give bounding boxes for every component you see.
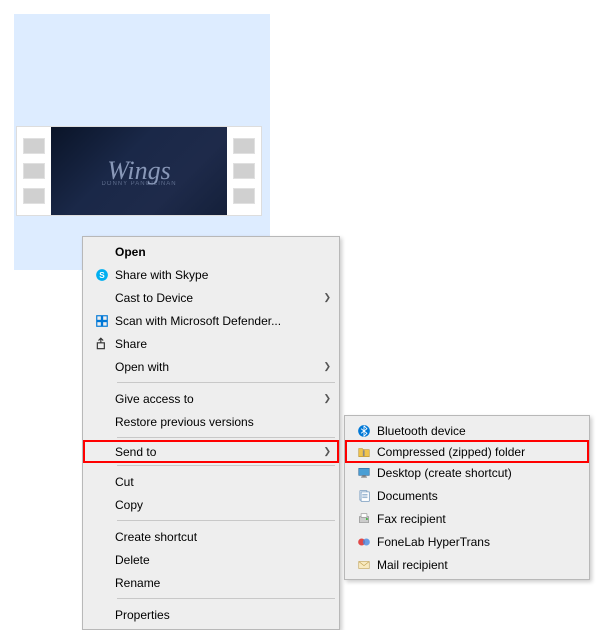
menu-separator bbox=[117, 520, 335, 521]
blank-icon bbox=[89, 573, 115, 593]
film-strip-left bbox=[17, 127, 51, 215]
share-icon bbox=[89, 334, 115, 354]
menu-scan-defender[interactable]: Scan with Microsoft Defender... bbox=[85, 309, 337, 332]
menu-label: Fax recipient bbox=[377, 512, 581, 526]
bluetooth-icon bbox=[351, 421, 377, 441]
video-frame-preview: Wings DONNY PANGILINAN bbox=[51, 127, 227, 215]
menu-share[interactable]: Share bbox=[85, 332, 337, 355]
menu-send-to[interactable]: Send to ❯ bbox=[83, 440, 339, 463]
menu-open-with[interactable]: Open with ❯ bbox=[85, 355, 337, 378]
fax-icon bbox=[351, 509, 377, 529]
menu-separator bbox=[117, 598, 335, 599]
blank-icon bbox=[89, 527, 115, 547]
zip-folder-icon bbox=[351, 442, 377, 462]
menu-properties[interactable]: Properties bbox=[85, 603, 337, 626]
menu-label: Copy bbox=[115, 498, 331, 512]
chevron-right-icon: ❯ bbox=[321, 361, 331, 372]
documents-icon bbox=[351, 486, 377, 506]
menu-give-access[interactable]: Give access to ❯ bbox=[85, 387, 337, 410]
menu-delete[interactable]: Delete bbox=[85, 548, 337, 571]
submenu-fonelab[interactable]: FoneLab HyperTrans bbox=[347, 530, 587, 553]
menu-rename[interactable]: Rename bbox=[85, 571, 337, 594]
submenu-fax[interactable]: Fax recipient bbox=[347, 507, 587, 530]
blank-icon bbox=[89, 389, 115, 409]
blank-icon bbox=[89, 550, 115, 570]
menu-label: Delete bbox=[115, 553, 331, 567]
menu-separator bbox=[117, 465, 335, 466]
menu-label: Create shortcut bbox=[115, 530, 331, 544]
blank-icon bbox=[89, 242, 115, 262]
menu-separator bbox=[117, 437, 335, 438]
menu-label: FoneLab HyperTrans bbox=[377, 535, 581, 549]
menu-label: Cast to Device bbox=[115, 291, 321, 305]
menu-label: Send to bbox=[115, 445, 321, 459]
menu-label: Scan with Microsoft Defender... bbox=[115, 314, 331, 328]
menu-restore-versions[interactable]: Restore previous versions bbox=[85, 410, 337, 433]
menu-label: Share with Skype bbox=[115, 268, 331, 282]
blank-icon bbox=[89, 495, 115, 515]
submenu-compressed-folder[interactable]: Compressed (zipped) folder bbox=[345, 440, 589, 463]
chevron-right-icon: ❯ bbox=[321, 446, 331, 457]
blank-icon bbox=[89, 288, 115, 308]
submenu-mail[interactable]: Mail recipient bbox=[347, 553, 587, 576]
video-file-thumbnail[interactable]: Wings DONNY PANGILINAN bbox=[16, 126, 262, 216]
menu-label: Open bbox=[115, 245, 331, 259]
menu-label: Mail recipient bbox=[377, 558, 581, 572]
video-artist: DONNY PANGILINAN bbox=[101, 181, 176, 187]
menu-share-skype[interactable]: S Share with Skype bbox=[85, 263, 337, 286]
blank-icon bbox=[89, 412, 115, 432]
menu-label: Open with bbox=[115, 360, 321, 374]
submenu-documents[interactable]: Documents bbox=[347, 484, 587, 507]
blank-icon bbox=[89, 357, 115, 377]
blank-icon bbox=[89, 472, 115, 492]
menu-label: Compressed (zipped) folder bbox=[377, 445, 581, 459]
menu-open[interactable]: Open bbox=[85, 240, 337, 263]
menu-cast-device[interactable]: Cast to Device ❯ bbox=[85, 286, 337, 309]
menu-label: Give access to bbox=[115, 392, 321, 406]
fonelab-icon bbox=[351, 532, 377, 552]
context-menu: Open S Share with Skype Cast to Device ❯… bbox=[82, 236, 340, 630]
menu-label: Cut bbox=[115, 475, 331, 489]
skype-icon: S bbox=[89, 265, 115, 285]
defender-icon bbox=[89, 311, 115, 331]
menu-label: Rename bbox=[115, 576, 331, 590]
chevron-right-icon: ❯ bbox=[321, 393, 331, 404]
blank-icon bbox=[89, 605, 115, 625]
desktop-icon bbox=[351, 463, 377, 483]
send-to-submenu: Bluetooth device Compressed (zipped) fol… bbox=[344, 415, 590, 580]
menu-label: Share bbox=[115, 337, 331, 351]
submenu-bluetooth[interactable]: Bluetooth device bbox=[347, 419, 587, 442]
svg-text:S: S bbox=[99, 270, 105, 279]
menu-label: Bluetooth device bbox=[377, 424, 581, 438]
chevron-right-icon: ❯ bbox=[321, 292, 331, 303]
mail-icon bbox=[351, 555, 377, 575]
menu-label: Properties bbox=[115, 608, 331, 622]
menu-cut[interactable]: Cut bbox=[85, 470, 337, 493]
film-strip-right bbox=[227, 127, 261, 215]
blank-icon bbox=[89, 442, 115, 462]
menu-create-shortcut[interactable]: Create shortcut bbox=[85, 525, 337, 548]
menu-label: Restore previous versions bbox=[115, 415, 331, 429]
submenu-desktop[interactable]: Desktop (create shortcut) bbox=[347, 461, 587, 484]
menu-copy[interactable]: Copy bbox=[85, 493, 337, 516]
menu-label: Desktop (create shortcut) bbox=[377, 466, 581, 480]
menu-separator bbox=[117, 382, 335, 383]
menu-label: Documents bbox=[377, 489, 581, 503]
